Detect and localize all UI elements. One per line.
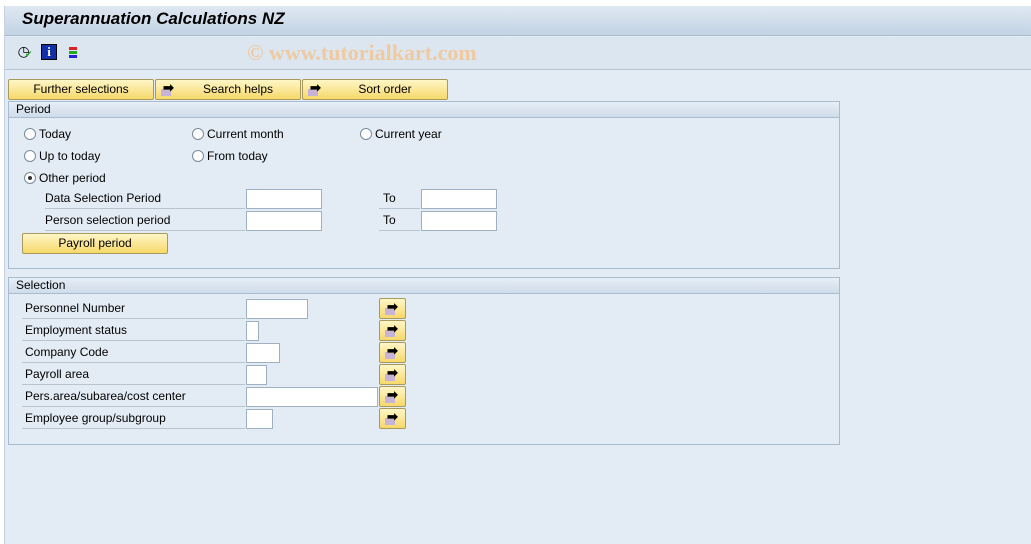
info-icon[interactable]: i: [41, 44, 57, 60]
radio-label: From today: [207, 149, 268, 163]
radio-button[interactable]: [24, 150, 36, 162]
payroll-area-label: Payroll area: [22, 365, 245, 385]
company-code-label: Company Code: [22, 343, 245, 363]
search-helps-button[interactable]: ➡ Search helps: [155, 79, 301, 100]
employee-group-subgroup-multiple-selection-button[interactable]: ➡: [379, 408, 406, 429]
radio-current-month[interactable]: Current month: [192, 126, 284, 142]
radio-today[interactable]: Today: [24, 126, 71, 142]
arrow-right-icon: ➡: [385, 343, 398, 359]
button-label: Search helps: [202, 82, 274, 96]
to-label: To: [379, 211, 420, 231]
watermark: © www.tutorialkart.com: [247, 40, 477, 65]
radio-label: Current month: [207, 127, 284, 141]
radio-button[interactable]: [192, 128, 204, 140]
arrow-right-icon: ➡: [161, 80, 174, 96]
button-label: Payroll period: [58, 236, 132, 250]
arrow-right-icon: ➡: [385, 365, 398, 381]
radio-label: Today: [39, 127, 72, 141]
radio-label: Current year: [375, 127, 442, 141]
sort-order-button[interactable]: ➡ Sort order: [302, 79, 448, 100]
payroll-period-button[interactable]: Payroll period: [22, 233, 168, 254]
personnel-number-input[interactable]: [246, 299, 308, 319]
radio-from-today[interactable]: From today: [192, 148, 268, 164]
employee-group-subgroup-label: Employee group/subgroup: [22, 409, 245, 429]
group-header: Period: [9, 102, 839, 118]
employee-group-subgroup-input[interactable]: [246, 409, 273, 429]
person-selection-period-label: Person selection period: [45, 211, 245, 231]
arrow-right-icon: ➡: [385, 321, 398, 337]
pers-area-subarea-cost-center-label: Pers.area/subarea/cost center: [22, 387, 245, 407]
radio-label: Up to today: [39, 149, 101, 163]
radio-button[interactable]: [24, 128, 36, 140]
to-label: To: [379, 189, 420, 209]
variants-icon[interactable]: [65, 44, 81, 60]
employment-status-multiple-selection-button[interactable]: ➡: [379, 320, 406, 341]
personnel-number-multiple-selection-button[interactable]: ➡: [379, 298, 406, 319]
payroll-area-input[interactable]: [246, 365, 267, 385]
arrow-right-icon: ➡: [385, 299, 398, 315]
pers-area-subarea-cost-center-multiple-selection-button[interactable]: ➡: [379, 386, 406, 407]
payroll-area-multiple-selection-button[interactable]: ➡: [379, 364, 406, 385]
page-title: Superannuation Calculations NZ: [22, 9, 285, 28]
radio-button[interactable]: [24, 172, 36, 184]
pers-area-subarea-cost-center-input[interactable]: [246, 387, 378, 407]
button-label: Further selections: [33, 82, 129, 96]
radio-current-year[interactable]: Current year: [360, 126, 442, 142]
person-selection-to-input[interactable]: [421, 211, 497, 231]
radio-label: Other period: [39, 171, 106, 185]
data-selection-to-input[interactable]: [421, 189, 497, 209]
data-selection-period-label: Data Selection Period: [45, 189, 245, 209]
application-toolbar: [5, 37, 1031, 70]
radio-button[interactable]: [360, 128, 372, 140]
radio-button[interactable]: [192, 150, 204, 162]
employment-status-input[interactable]: [246, 321, 259, 341]
company-code-multiple-selection-button[interactable]: ➡: [379, 342, 406, 363]
person-selection-from-input[interactable]: [246, 211, 322, 231]
radio-other-period[interactable]: Other period: [24, 170, 106, 186]
execute-icon[interactable]: ◷ ✔: [17, 44, 33, 60]
arrow-right-icon: ➡: [385, 409, 398, 425]
radio-up-to-today[interactable]: Up to today: [24, 148, 100, 164]
further-selections-button[interactable]: Further selections: [8, 79, 154, 100]
button-label: Sort order: [358, 82, 412, 96]
data-selection-from-input[interactable]: [246, 189, 322, 209]
personnel-number-label: Personnel Number: [22, 299, 245, 319]
employment-status-label: Employment status: [22, 321, 245, 341]
arrow-right-icon: ➡: [308, 80, 321, 96]
company-code-input[interactable]: [246, 343, 280, 363]
group-header: Selection: [9, 278, 839, 294]
arrow-right-icon: ➡: [385, 387, 398, 403]
